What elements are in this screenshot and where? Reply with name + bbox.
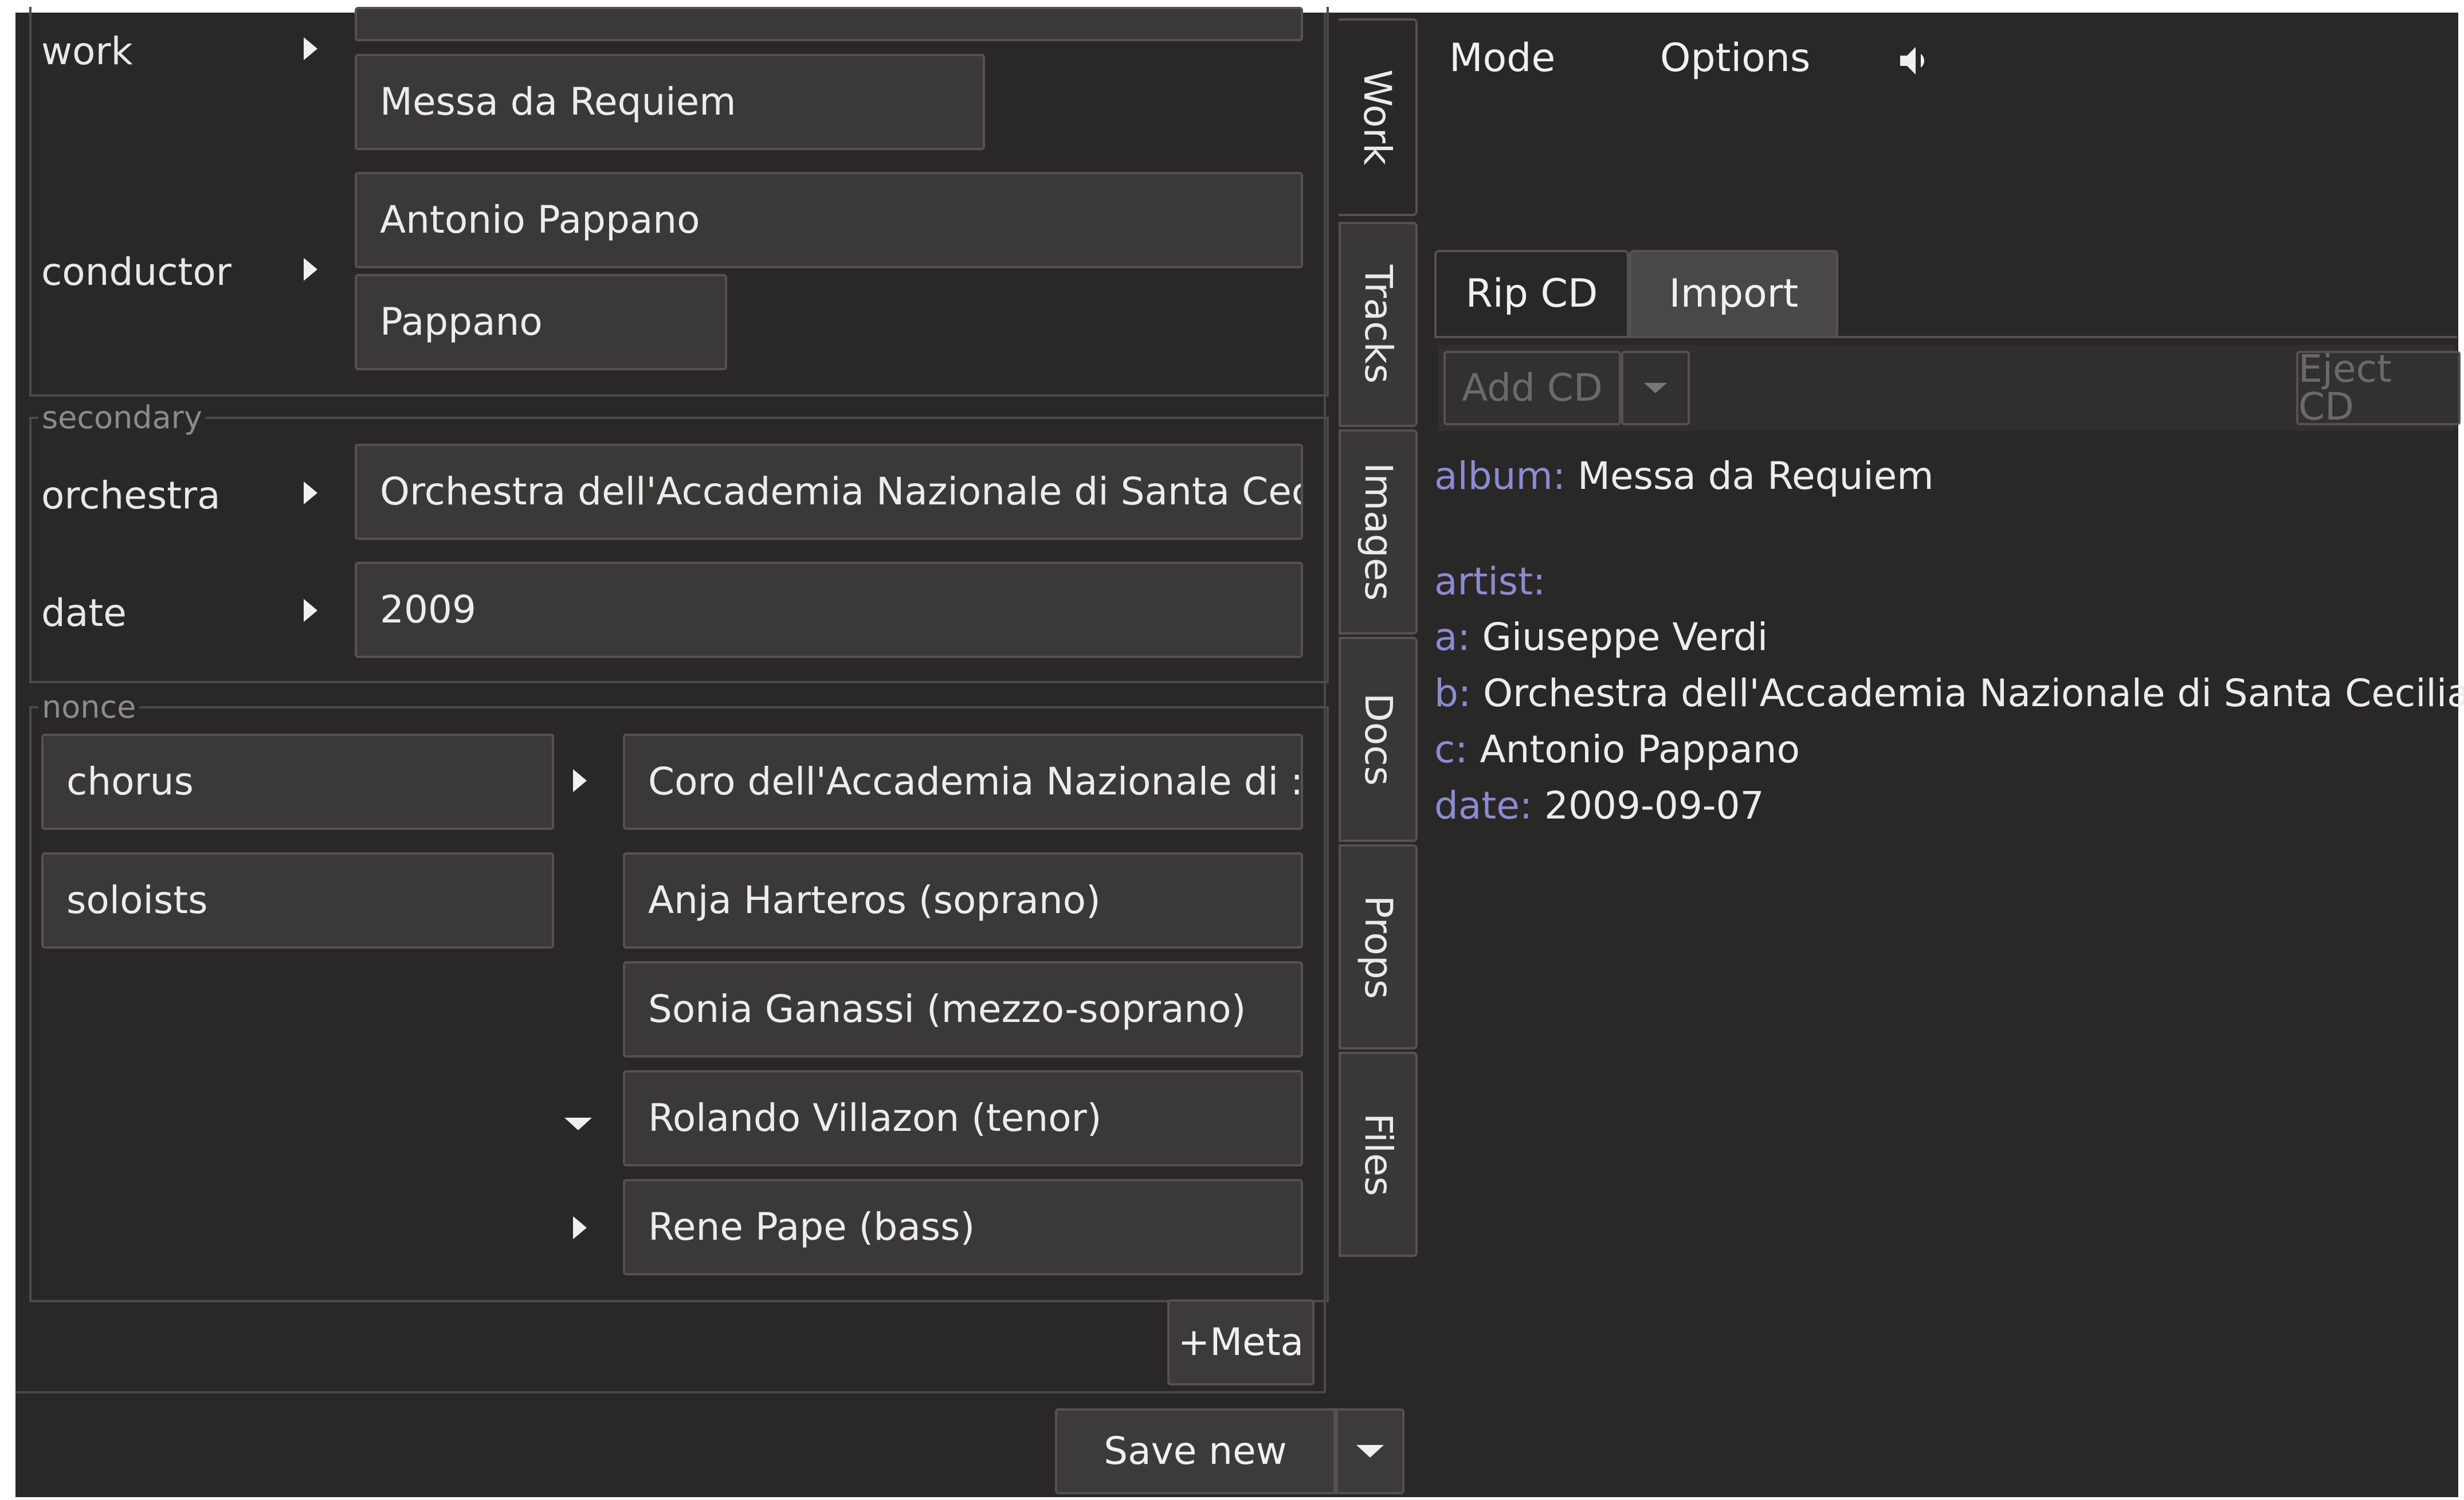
- date-label: date: [41, 591, 127, 635]
- album-value: Messa da Requiem: [1578, 454, 1934, 498]
- disc-info: album: Messa da Requiem artist: a: Giuse…: [1434, 448, 2464, 849]
- tab-docs[interactable]: Docs: [1339, 637, 1418, 842]
- date-value-field[interactable]: 2009: [355, 562, 1303, 658]
- menu-options[interactable]: Options: [1660, 39, 1810, 78]
- soloist-field-3[interactable]: Rolando Villazon (tenor): [623, 1070, 1303, 1166]
- orchestra-expand-icon[interactable]: [304, 481, 317, 504]
- orchestra-label: orchestra: [41, 473, 221, 518]
- work-field-cutoff[interactable]: [355, 7, 1303, 41]
- artist-a-line: a: Giuseppe Verdi: [1434, 618, 1768, 656]
- album-line: album: Messa da Requiem: [1434, 457, 1934, 495]
- artist-c-line: c: Antonio Pappano: [1434, 731, 1800, 769]
- work-expand-icon[interactable]: [304, 37, 317, 60]
- soloist-collapse-icon[interactable]: [564, 1118, 592, 1130]
- metadata-editor: work Messa da Requiem conductor Antonio …: [15, 7, 1329, 1393]
- artist-key: artist:: [1434, 559, 1546, 604]
- conductor-label: conductor: [41, 250, 232, 294]
- tab-rip-cd[interactable]: Rip CD: [1434, 250, 1629, 336]
- menu-mode[interactable]: Mode: [1449, 39, 1555, 78]
- save-options-dropdown[interactable]: [1336, 1408, 1404, 1494]
- speaker-icon[interactable]: [1895, 40, 1936, 81]
- rip-import-panel: Mode Options Rip CD Import Add CD Eject …: [1421, 13, 2464, 1497]
- tab-tracks[interactable]: Tracks: [1339, 222, 1418, 427]
- chevron-down-icon: [1356, 1445, 1384, 1458]
- date-expand-icon[interactable]: [304, 599, 317, 622]
- save-new-button[interactable]: Save new: [1055, 1408, 1336, 1494]
- tab-props[interactable]: Props: [1339, 844, 1418, 1049]
- soloist-field-2[interactable]: Sonia Ganassi (mezzo-soprano): [623, 961, 1303, 1058]
- tab-images[interactable]: Images: [1339, 429, 1418, 635]
- work-value-field[interactable]: Messa da Requiem: [355, 54, 985, 150]
- artist-line: artist:: [1434, 563, 1545, 601]
- album-key: album:: [1434, 454, 1566, 498]
- add-cd-dropdown[interactable]: [1621, 351, 1690, 425]
- tab-content-border: [1434, 336, 2457, 338]
- conductor-value-field-2[interactable]: Pappano: [355, 274, 727, 370]
- chorus-expand-icon[interactable]: [573, 769, 587, 792]
- conductor-expand-icon[interactable]: [304, 258, 317, 281]
- soloist-field-4[interactable]: Rene Pape (bass): [623, 1179, 1303, 1275]
- secondary-legend: secondary: [38, 400, 206, 436]
- vertical-tab-bar: Work Tracks Images Docs Props Files: [1326, 13, 1421, 1274]
- tab-files[interactable]: Files: [1339, 1052, 1418, 1257]
- date-line: date: 2009-09-07: [1434, 787, 1764, 825]
- add-meta-button[interactable]: +Meta: [1167, 1299, 1315, 1385]
- app-window: work Messa da Requiem conductor Antonio …: [15, 7, 2464, 1497]
- date-value: 2009-09-07: [1544, 784, 1764, 828]
- tab-import[interactable]: Import: [1629, 250, 1838, 336]
- tab-work[interactable]: Work: [1339, 18, 1418, 216]
- artist-c-value: Antonio Pappano: [1480, 727, 1800, 771]
- nonce-legend: nonce: [38, 689, 140, 725]
- cd-toolbar: Add CD Eject CD: [1438, 345, 2461, 431]
- chevron-down-icon: [1644, 383, 1667, 393]
- date-key: date:: [1434, 784, 1533, 828]
- chorus-key-field[interactable]: chorus: [41, 734, 554, 830]
- eject-cd-button[interactable]: Eject CD: [2296, 350, 2461, 426]
- artist-b-value: Orchestra dell'Accademia Nazionale di Sa…: [1483, 671, 2464, 715]
- conductor-value-field-1[interactable]: Antonio Pappano: [355, 172, 1303, 268]
- orchestra-value-field[interactable]: Orchestra dell'Accademia Nazionale di Sa…: [355, 444, 1303, 540]
- add-cd-button[interactable]: Add CD: [1443, 351, 1621, 425]
- artist-b-line: b: Orchestra dell'Accademia Nazionale di…: [1434, 675, 2464, 712]
- work-label: work: [41, 29, 133, 73]
- soloist-field-1[interactable]: Anja Harteros (soprano): [623, 852, 1303, 949]
- artist-c-key: c:: [1434, 727, 1468, 771]
- artist-b-key: b:: [1434, 671, 1472, 715]
- chorus-value-field[interactable]: Coro dell'Accademia Nazionale di :: [623, 734, 1303, 830]
- soloists-key-field[interactable]: soloists: [41, 852, 554, 949]
- artist-a-key: a:: [1434, 615, 1470, 659]
- soloist-expand-icon[interactable]: [573, 1216, 587, 1239]
- artist-a-value: Giuseppe Verdi: [1482, 615, 1768, 659]
